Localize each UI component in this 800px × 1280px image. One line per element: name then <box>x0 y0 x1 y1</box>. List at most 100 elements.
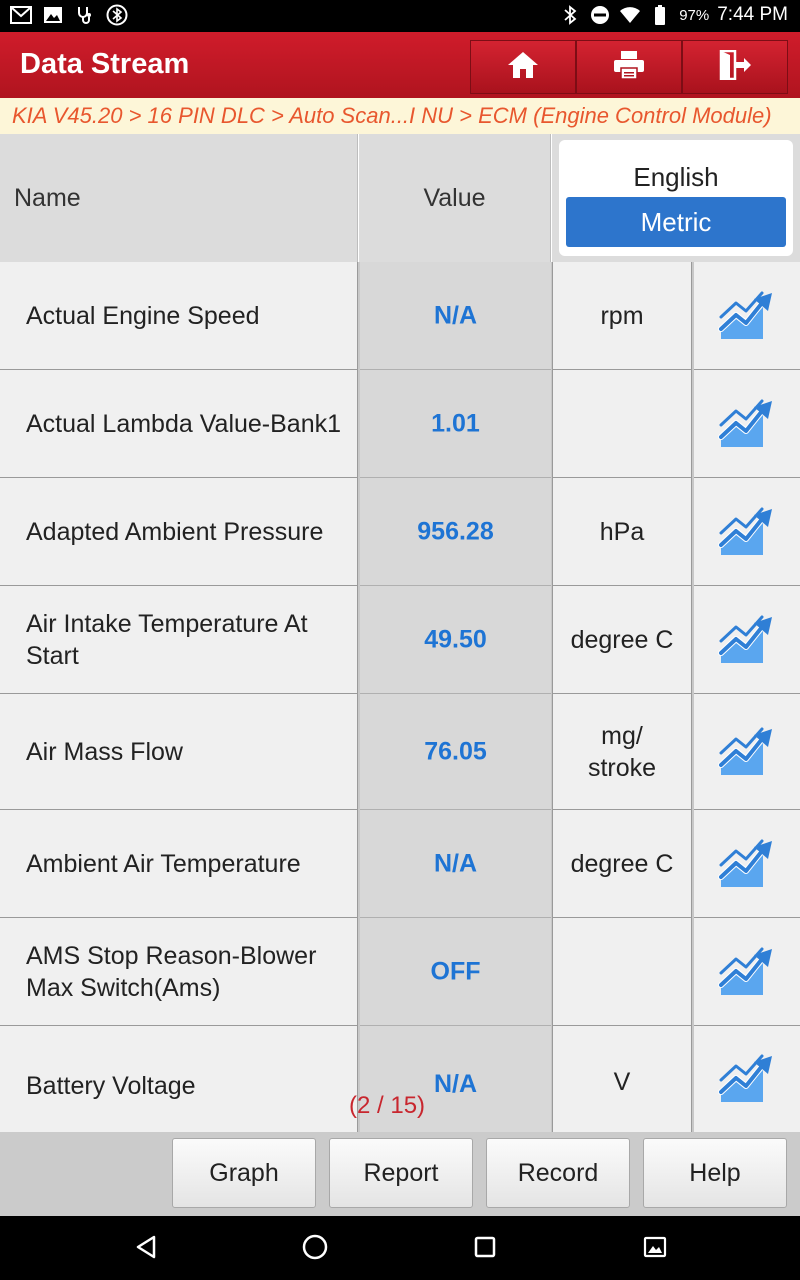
row-unit: rpm <box>600 301 644 330</box>
unit-toggle-panel: English Metric <box>552 134 800 262</box>
row-graph-button[interactable] <box>694 694 800 810</box>
row-graph-button[interactable] <box>694 810 800 918</box>
graph-button[interactable]: Graph <box>172 1138 316 1208</box>
row-value: N/A <box>433 301 478 329</box>
trend-chart-icon <box>718 941 776 1002</box>
exit-button[interactable] <box>682 40 788 94</box>
row-name: Adapted Ambient Pressure <box>26 517 324 546</box>
row-name: AMS Stop Reason-Blower Max Switch(Ams) <box>26 941 317 1002</box>
row-value-cell: 1.01 <box>360 370 551 478</box>
table-row[interactable]: Actual Engine Speed N/A rpm <box>0 262 800 370</box>
row-unit-cell: degree C <box>552 810 692 918</box>
table-row[interactable]: Air Mass Flow 76.05 mg/ stroke <box>0 694 800 810</box>
gmail-icon <box>10 4 32 26</box>
column-header-name-label: Name <box>14 184 81 212</box>
do-not-disturb-icon <box>589 4 611 26</box>
column-header-value-label: Value <box>423 184 486 212</box>
row-name-cell: Actual Engine Speed <box>0 262 358 370</box>
trend-chart-icon <box>718 833 776 894</box>
row-unit-cell: rpm <box>552 262 692 370</box>
row-name-cell: Actual Lambda Value-Bank1 <box>0 370 358 478</box>
row-value: 1.01 <box>431 409 480 437</box>
unit-toggle: English Metric <box>559 140 793 256</box>
row-unit-cell: mg/ stroke <box>552 694 692 810</box>
row-unit-cell: V <box>552 1026 692 1132</box>
row-name: Actual Engine Speed <box>26 301 260 330</box>
row-graph-button[interactable] <box>694 1026 800 1132</box>
row-unit-cell: degree C <box>552 586 692 694</box>
screenshot-button[interactable] <box>640 1234 670 1264</box>
row-value-cell: N/A <box>360 262 551 370</box>
row-unit-cell: hPa <box>552 478 692 586</box>
row-graph-button[interactable] <box>694 478 800 586</box>
stethoscope-icon <box>74 4 96 26</box>
bottom-toolbar: Graph Report Record Help <box>0 1132 800 1216</box>
row-name-cell: Adapted Ambient Pressure <box>0 478 358 586</box>
table-row[interactable]: Adapted Ambient Pressure 956.28 hPa <box>0 478 800 586</box>
home-nav-button[interactable] <box>300 1234 330 1264</box>
back-button[interactable] <box>131 1234 161 1264</box>
table-row[interactable]: Air Intake Temperature At Start 49.50 de… <box>0 586 800 694</box>
print-button[interactable] <box>576 40 682 94</box>
row-graph-button[interactable] <box>694 586 800 694</box>
printer-icon <box>612 50 646 85</box>
back-icon <box>134 1234 158 1265</box>
row-name-cell: Ambient Air Temperature <box>0 810 358 918</box>
row-name: Air Mass Flow <box>26 737 183 766</box>
battery-icon <box>649 4 671 26</box>
row-unit: degree C <box>570 625 674 654</box>
row-unit-cell <box>552 370 692 478</box>
trend-chart-icon <box>718 285 776 346</box>
row-value: 76.05 <box>424 737 487 765</box>
trend-chart-icon <box>718 1048 776 1109</box>
screenshot-icon <box>643 1236 667 1263</box>
system-nav-bar <box>0 1216 800 1280</box>
row-unit-cell <box>552 918 692 1026</box>
breadcrumb: KIA V45.20 > 16 PIN DLC > Auto Scan...I … <box>0 98 800 134</box>
clock: 7:44 PM <box>717 4 788 25</box>
row-unit: hPa <box>599 517 645 546</box>
table-row[interactable]: Ambient Air Temperature N/A degree C <box>0 810 800 918</box>
data-stream-table: Actual Engine Speed N/A rpm Actual Lambd… <box>0 262 800 1132</box>
table-row[interactable]: AMS Stop Reason-Blower Max Switch(Ams) O… <box>0 918 800 1026</box>
image-icon <box>42 4 64 26</box>
row-unit: mg/ stroke <box>587 721 657 782</box>
trend-chart-icon <box>718 501 776 562</box>
row-value: N/A <box>433 849 478 877</box>
row-value: OFF <box>430 957 481 985</box>
row-unit: degree C <box>570 849 674 878</box>
row-name: Battery Voltage <box>26 1072 196 1100</box>
column-header-value: Value <box>359 134 551 262</box>
row-value: 956.28 <box>417 517 494 545</box>
row-value-cell: 76.05 <box>360 694 551 810</box>
help-button[interactable]: Help <box>643 1138 787 1208</box>
row-value-cell: 49.50 <box>360 586 551 694</box>
recents-icon <box>473 1235 497 1264</box>
home-button[interactable] <box>470 40 576 94</box>
trend-chart-icon <box>718 721 776 782</box>
row-graph-button[interactable] <box>694 918 800 1026</box>
row-value-cell: N/A <box>360 810 551 918</box>
wifi-icon <box>619 4 641 26</box>
row-graph-button[interactable] <box>694 262 800 370</box>
trend-chart-icon <box>718 609 776 670</box>
app-header: Data Stream <box>0 32 800 98</box>
row-unit: V <box>613 1068 631 1096</box>
home-icon <box>506 49 540 86</box>
unit-english-option[interactable]: English <box>559 162 793 193</box>
table-row[interactable]: Actual Lambda Value-Bank1 1.01 <box>0 370 800 478</box>
header-buttons <box>470 40 788 94</box>
page-counter: (2 / 15) <box>349 1092 426 1119</box>
report-button[interactable]: Report <box>329 1138 473 1208</box>
unit-metric-option[interactable]: Metric <box>566 197 786 247</box>
row-name-cell: Air Mass Flow <box>0 694 358 810</box>
row-name-cell: Air Intake Temperature At Start <box>0 586 358 694</box>
row-name: Actual Lambda Value-Bank1 <box>26 409 342 438</box>
row-graph-button[interactable] <box>694 370 800 478</box>
bluetooth-icon <box>559 4 581 26</box>
recents-button[interactable] <box>470 1234 500 1264</box>
record-button[interactable]: Record <box>486 1138 630 1208</box>
battery-percent: 97% <box>679 6 710 24</box>
exit-icon <box>718 49 752 85</box>
page-title: Data Stream <box>20 48 190 80</box>
